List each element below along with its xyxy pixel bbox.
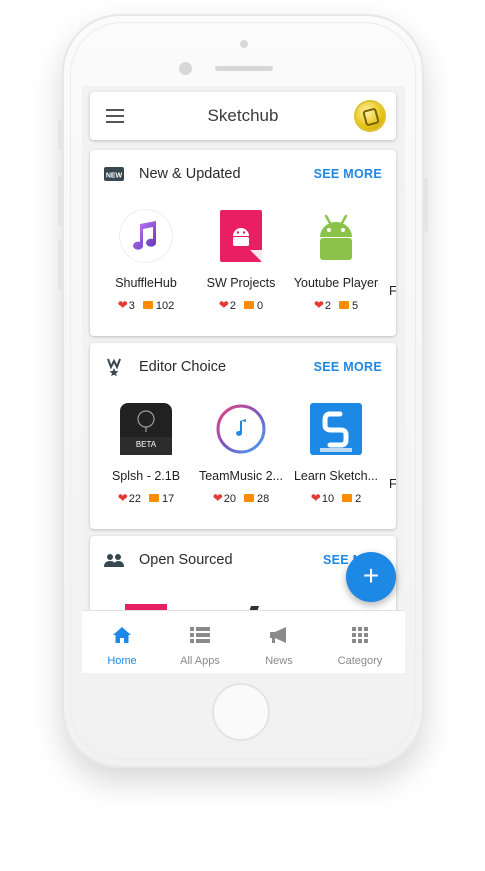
section-new-updated: NEW New & Updated SEE MORE ShuffleHub ❤3…	[90, 150, 396, 336]
music-notes-icon	[120, 210, 172, 262]
app-stats: ❤2 0	[193, 298, 289, 312]
android-file-icon	[220, 210, 262, 262]
like-count: 10	[321, 493, 335, 505]
section-title: Open Sourced	[139, 552, 233, 568]
beta-app-icon: BETA	[120, 403, 172, 455]
like-count: 2	[324, 300, 332, 312]
app-stats: ❤3 102	[98, 298, 194, 312]
app-stats: ❤20 28	[193, 491, 289, 505]
app-card-splsh[interactable]: BETA Splsh - 2.1B ❤22 17	[98, 403, 194, 505]
music-ring-icon	[215, 403, 267, 455]
bottom-navigation: Home All Apps News Category	[82, 610, 405, 673]
user-avatar[interactable]	[356, 102, 384, 130]
nav-news[interactable]: News	[239, 611, 319, 673]
heart-icon: ❤	[117, 491, 128, 505]
app-card-youtube-player[interactable]: Youtube Player ❤2 5	[288, 210, 384, 312]
app-name: Splsh - 2.1B	[111, 469, 181, 483]
comment-icon	[339, 301, 350, 309]
nav-label: Category	[337, 655, 383, 667]
comment-count: 28	[257, 493, 270, 505]
add-fab-button[interactable]: +	[346, 552, 396, 602]
proximity-sensor	[240, 40, 248, 48]
comment-count: 2	[355, 493, 362, 505]
like-count: 20	[223, 493, 237, 505]
section-title: Editor Choice	[139, 359, 227, 375]
app-title: Sketchub	[207, 106, 279, 125]
comment-icon	[244, 494, 255, 502]
mute-switch	[58, 120, 62, 150]
like-count: 3	[128, 300, 135, 312]
comment-count: 0	[257, 300, 264, 312]
nav-home[interactable]: Home	[82, 611, 162, 673]
beta-label: BETA	[135, 440, 157, 449]
power-button	[424, 178, 428, 232]
comment-icon	[149, 494, 160, 502]
front-camera	[179, 62, 192, 75]
nav-all-apps[interactable]: All Apps	[160, 611, 240, 673]
grid-icon	[352, 627, 368, 643]
heart-icon: ❤	[212, 491, 223, 505]
app-stats: ❤10 2	[288, 491, 384, 505]
volume-up-button	[58, 176, 62, 226]
nav-label: Home	[107, 655, 137, 667]
app-card-partial[interactable]: F	[389, 477, 396, 491]
earpiece-speaker	[215, 66, 273, 71]
section-editor-choice: Editor Choice SEE MORE BETA Splsh - 2.1B…	[90, 343, 396, 529]
app-card-partial[interactable]: F	[389, 284, 396, 298]
nav-label: All Apps	[180, 655, 220, 667]
app-name: Youtube Player	[293, 276, 379, 290]
sketchware-icon	[310, 403, 362, 455]
like-count: 22	[128, 493, 142, 505]
comment-icon	[142, 301, 153, 309]
group-icon	[104, 554, 124, 567]
heart-icon: ❤	[313, 298, 324, 312]
comment-count: 17	[162, 493, 175, 505]
section-header: Editor Choice SEE MORE	[90, 343, 396, 391]
comment-icon	[244, 301, 255, 309]
app-name: SW Projects	[206, 276, 276, 290]
see-more-button[interactable]: SEE MORE	[314, 167, 382, 181]
home-hardware-button[interactable]	[212, 683, 270, 741]
see-more-button[interactable]: SEE MORE	[314, 360, 382, 374]
nav-label: News	[265, 655, 293, 667]
heart-icon: ❤	[310, 491, 321, 505]
top-app-bar: Sketchub	[90, 92, 396, 140]
new-badge-icon: NEW	[104, 167, 124, 181]
app-name: TeamMusic 2...	[198, 469, 284, 483]
svg-text:NEW: NEW	[106, 173, 123, 180]
section-header: NEW New & Updated SEE MORE	[90, 150, 396, 198]
app-name: ShuffleHub	[115, 276, 177, 290]
home-icon	[113, 627, 131, 643]
section-title: New & Updated	[139, 166, 241, 182]
app-card-shufflehub[interactable]: ShuffleHub ❤3 102	[98, 210, 194, 312]
app-carousel: ShuffleHub ❤3 102 SW Projects ❤2 0 Youtu…	[90, 210, 396, 330]
comment-icon	[342, 494, 353, 502]
award-icon	[107, 358, 121, 377]
comment-count: 5	[352, 300, 359, 312]
nav-category[interactable]: Category	[320, 611, 400, 673]
app-card-learn-sketchware[interactable]: Learn Sketch... ❤10 2	[288, 403, 384, 505]
megaphone-icon	[270, 627, 286, 643]
comment-count: 102	[155, 300, 175, 312]
heart-icon: ❤	[218, 298, 229, 312]
app-stats: ❤2 5	[288, 298, 384, 312]
android-robot-icon	[310, 210, 362, 262]
heart-icon: ❤	[117, 298, 128, 312]
app-card-teammusic[interactable]: TeamMusic 2... ❤20 28	[193, 403, 289, 505]
like-count: 2	[229, 300, 237, 312]
app-stats: ❤22 17	[98, 491, 194, 505]
app-carousel: BETA Splsh - 2.1B ❤2217 TeamMusic 2...	[90, 403, 396, 523]
volume-down-button	[58, 240, 62, 290]
app-name: Learn Sketch...	[293, 469, 379, 483]
list-icon	[190, 627, 210, 643]
app-card-sw-projects[interactable]: SW Projects ❤2 0	[193, 210, 289, 312]
